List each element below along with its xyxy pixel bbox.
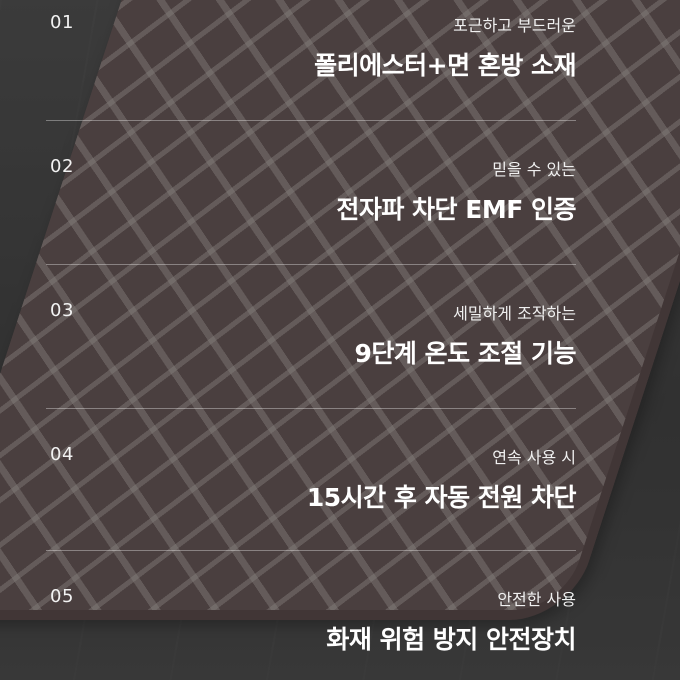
feature-item-5: 05 안전한 사용 화재 위험 방지 안전장치: [46, 574, 576, 680]
feature-item-2: 02 믿을 수 있는 전자파 차단 EMF 인증: [46, 144, 576, 264]
feature-number: 05: [50, 586, 74, 607]
feature-title: 화재 위험 방지 안전장치: [326, 625, 576, 654]
feature-subtitle: 믿을 수 있는: [492, 160, 576, 179]
divider: [46, 264, 576, 265]
feature-title: 9단계 온도 조절 기능: [354, 339, 576, 368]
feature-title: 전자파 차단 EMF 인증: [336, 195, 576, 224]
feature-title: 15시간 후 자동 전원 차단: [306, 483, 577, 512]
feature-item-4: 04 연속 사용 시 15시간 후 자동 전원 차단: [46, 432, 577, 552]
divider: [46, 550, 576, 551]
feature-subtitle: 안전한 사용: [497, 590, 576, 609]
feature-subtitle: 연속 사용 시: [492, 448, 576, 467]
feature-item-1: 01 포근하고 부드러운 폴리에스터+면 혼방 소재: [46, 0, 576, 120]
feature-list: 01 포근하고 부드러운 폴리에스터+면 혼방 소재 02 믿을 수 있는 전자…: [0, 0, 680, 680]
feature-number: 03: [50, 300, 74, 321]
feature-list-image: 01 포근하고 부드러운 폴리에스터+면 혼방 소재 02 믿을 수 있는 전자…: [0, 0, 680, 680]
feature-number: 02: [50, 156, 74, 177]
feature-title: 폴리에스터+면 혼방 소재: [314, 51, 576, 80]
feature-item-3: 03 세밀하게 조작하는 9단계 온도 조절 기능: [46, 288, 576, 408]
feature-subtitle: 세밀하게 조작하는: [453, 304, 576, 323]
feature-number: 04: [50, 444, 74, 465]
divider: [46, 120, 576, 121]
feature-subtitle: 포근하고 부드러운: [453, 16, 576, 35]
feature-number: 01: [50, 12, 74, 33]
divider: [46, 408, 576, 409]
